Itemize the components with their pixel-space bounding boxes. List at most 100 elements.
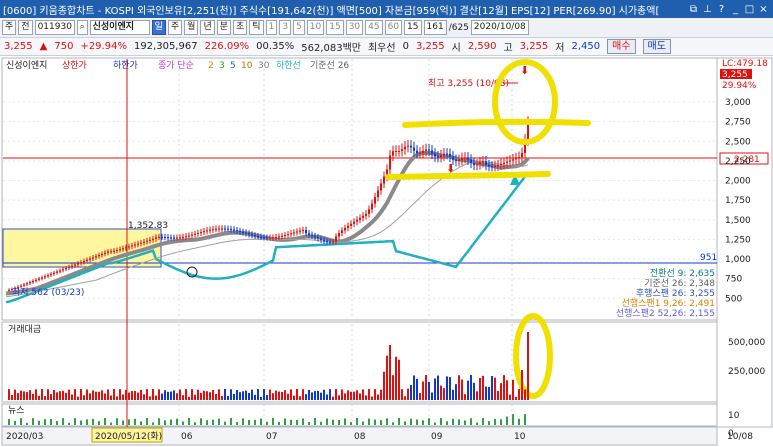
legend-lowline: 하한선 bbox=[276, 60, 301, 71]
news-bar bbox=[56, 421, 58, 425]
candle-body bbox=[515, 158, 517, 160]
all-button[interactable]: 전 bbox=[18, 20, 33, 35]
candle-body bbox=[311, 234, 313, 236]
news-bar bbox=[338, 420, 340, 425]
candle-body bbox=[104, 252, 106, 254]
volume-bar bbox=[383, 371, 385, 400]
volume-bar bbox=[341, 389, 343, 400]
maximize-icon[interactable]: □ bbox=[744, 4, 755, 15]
close-icon[interactable]: × bbox=[758, 4, 769, 15]
volume-bar bbox=[32, 393, 34, 400]
change-rate: +29.94% bbox=[80, 41, 127, 52]
volume-bar bbox=[17, 393, 19, 400]
candle-body bbox=[341, 230, 343, 234]
candle-body bbox=[329, 241, 331, 243]
minute-30-button[interactable]: 30 bbox=[345, 20, 364, 35]
volume-bar bbox=[206, 391, 208, 400]
pin-icon[interactable]: ⊥ bbox=[702, 4, 713, 15]
volume-bar bbox=[350, 391, 352, 400]
volume-bar bbox=[239, 392, 241, 400]
volume-bar bbox=[476, 391, 478, 400]
candle-body bbox=[500, 163, 502, 165]
interval-day-tab[interactable]: 일 bbox=[151, 20, 166, 35]
volume-bar bbox=[488, 387, 490, 400]
minute-1-button[interactable]: 1 bbox=[265, 20, 278, 35]
candle-body bbox=[149, 239, 151, 241]
candle-body bbox=[242, 231, 244, 233]
news-bar bbox=[326, 418, 328, 425]
volume-panel[interactable] bbox=[1, 321, 718, 403]
volume-bar bbox=[482, 375, 484, 400]
count-select[interactable]: 15 bbox=[404, 20, 422, 35]
candle-body bbox=[8, 289, 10, 291]
volume-bar bbox=[329, 389, 331, 400]
minute-5-button[interactable]: 5 bbox=[293, 20, 305, 35]
volume-bar bbox=[161, 393, 163, 400]
news-panel[interactable] bbox=[1, 403, 718, 427]
volume-bar bbox=[368, 389, 370, 400]
minute-60-button[interactable]: 60 bbox=[384, 20, 403, 35]
volume-bar bbox=[413, 375, 415, 400]
interval-minute-tab[interactable]: 분 bbox=[216, 20, 232, 35]
news-bar bbox=[266, 421, 268, 425]
news-bar bbox=[392, 422, 394, 425]
interval-week-tab[interactable]: 주 bbox=[167, 20, 183, 35]
price-tick-label: 2,250 bbox=[725, 157, 751, 167]
candle-body bbox=[62, 269, 64, 271]
current-price: 3,255 bbox=[4, 41, 33, 52]
copy-icon[interactable]: ⧉ bbox=[688, 4, 699, 15]
stock-chart[interactable]: 신성이엔지 상한가 하한가 종가 단순 2 3 5 10 30 하한선 기준선 … bbox=[0, 56, 773, 447]
interval-second-tab[interactable]: 초 bbox=[233, 20, 248, 35]
volume-bar bbox=[59, 391, 61, 400]
candle-body bbox=[236, 230, 238, 232]
page-indicator[interactable]: 161 bbox=[423, 20, 447, 35]
candle-body bbox=[479, 162, 481, 165]
sell-button[interactable]: 매도 bbox=[642, 39, 671, 54]
price-panel[interactable] bbox=[1, 57, 718, 321]
minute-10-button[interactable]: 10 bbox=[306, 20, 325, 35]
help-icon[interactable]: ? bbox=[716, 4, 727, 15]
search-icon[interactable]: ⌕ bbox=[76, 20, 88, 35]
news-bar bbox=[164, 420, 166, 425]
date-label-07: 07 bbox=[266, 432, 277, 442]
candle-body bbox=[401, 149, 403, 151]
open-value: 2,590 bbox=[467, 41, 497, 52]
interval-month-tab[interactable]: 월 bbox=[184, 20, 199, 35]
news-bar bbox=[272, 418, 274, 425]
candle-body bbox=[404, 146, 406, 150]
minute-3-button[interactable]: 3 bbox=[279, 20, 292, 35]
minute-45-button[interactable]: 45 bbox=[365, 20, 383, 35]
stock-code-input[interactable]: 011930 bbox=[34, 20, 75, 35]
low-label: 저 bbox=[555, 43, 565, 54]
volume-bar bbox=[80, 389, 82, 400]
candle-body bbox=[527, 122, 529, 141]
volume-bar bbox=[500, 383, 502, 400]
volume-bar bbox=[83, 395, 85, 400]
candle-body bbox=[353, 221, 355, 224]
ichimoku-conversion: 전환선 9: 2,635 bbox=[650, 267, 715, 279]
volume-bar bbox=[524, 389, 526, 400]
date-label-09: 09 bbox=[431, 432, 443, 442]
volume-bar bbox=[308, 389, 310, 400]
news-bar bbox=[332, 419, 334, 425]
period-select[interactable]: 주 bbox=[2, 20, 17, 35]
date-input[interactable]: 2020/10/08 bbox=[470, 20, 529, 35]
candle-body bbox=[503, 162, 505, 164]
interval-year-tab[interactable]: 년 bbox=[200, 20, 215, 35]
price-tick-label: 2,000 bbox=[725, 177, 751, 187]
interval-tick-tab[interactable]: 틱 bbox=[249, 20, 264, 35]
volume-bar bbox=[86, 389, 88, 400]
top-arrow-marker: ⬇ bbox=[520, 64, 529, 77]
volume-bar bbox=[356, 390, 358, 400]
minute-15-button[interactable]: 15 bbox=[326, 20, 344, 35]
buy-button[interactable]: 매수 bbox=[607, 39, 636, 54]
minimize-icon[interactable]: _ bbox=[730, 4, 741, 15]
news-bar bbox=[524, 414, 526, 425]
volume-bar bbox=[443, 388, 445, 400]
candle-body bbox=[347, 225, 349, 228]
candle-body bbox=[20, 285, 22, 287]
volume-bar bbox=[326, 394, 328, 400]
volume-bar bbox=[527, 332, 529, 400]
stock-name-field[interactable]: 신성이엔지 bbox=[89, 20, 150, 35]
news-bar bbox=[494, 418, 496, 425]
